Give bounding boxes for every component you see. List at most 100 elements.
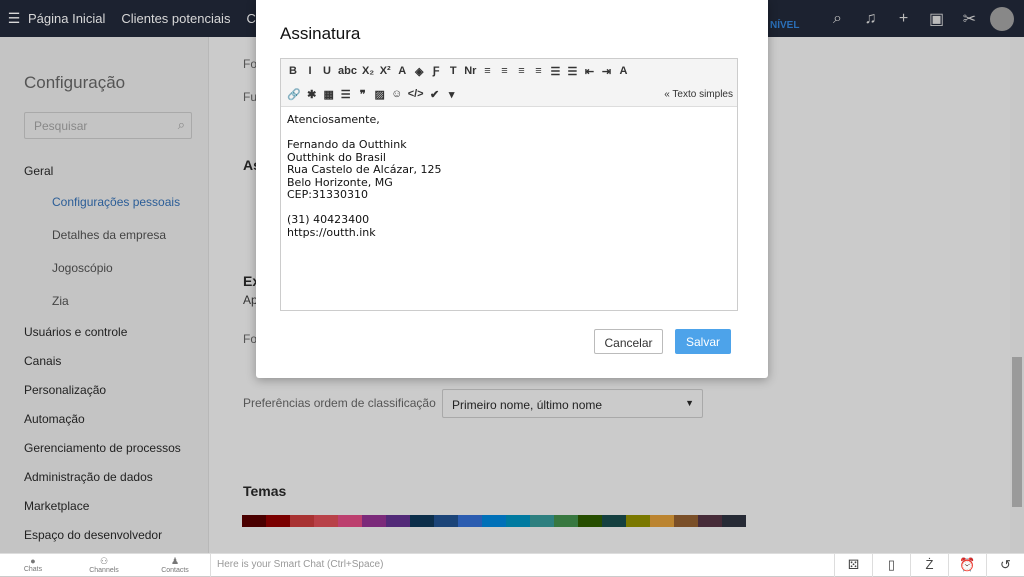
history-icon[interactable]: ↺ xyxy=(986,554,1024,577)
toolbar-button-icon[interactable]: B xyxy=(287,65,299,78)
theme-swatch[interactable] xyxy=(314,515,338,527)
channels-button[interactable]: ⚇ Channels xyxy=(84,556,124,574)
scrollbar[interactable] xyxy=(1010,37,1024,553)
theme-swatch[interactable] xyxy=(722,515,746,527)
theme-swatch[interactable] xyxy=(434,515,458,527)
toolbar-button-icon[interactable]: ▾ xyxy=(446,88,458,101)
sidebar-item-marketplace[interactable]: Marketplace xyxy=(24,499,89,513)
cancel-button[interactable]: Cancelar xyxy=(594,329,663,354)
toolbar-button-icon[interactable]: A xyxy=(396,65,408,78)
sidebar-item-channels[interactable]: Canais xyxy=(24,354,61,368)
search-icon[interactable]: ⌕ xyxy=(821,10,854,28)
theme-swatch[interactable] xyxy=(362,515,386,527)
toolbar-button-icon[interactable]: ✔ xyxy=(429,88,441,101)
sidebar-item-process-management[interactable]: Gerenciamento de processos xyxy=(24,441,181,455)
sidebar-item-gamescope[interactable]: Jogoscópio xyxy=(52,261,113,275)
sidebar-item-automation[interactable]: Automação xyxy=(24,412,85,426)
contact-icon: ♟ xyxy=(170,556,180,566)
theme-swatch[interactable] xyxy=(386,515,410,527)
toolbar-button-icon[interactable]: ☺ xyxy=(391,88,403,101)
theme-swatch[interactable] xyxy=(698,515,722,527)
chats-button[interactable]: ● Chats xyxy=(13,556,53,573)
theme-swatch[interactable] xyxy=(530,515,554,527)
sidebar-item-data-admin[interactable]: Administração de dados xyxy=(24,470,153,484)
theme-swatch[interactable] xyxy=(506,515,530,527)
theme-swatch[interactable] xyxy=(674,515,698,527)
theme-swatch[interactable] xyxy=(482,515,506,527)
save-button[interactable]: Salvar xyxy=(675,329,731,354)
signature-textarea[interactable]: Atenciosamente, Fernando da Outthink Out… xyxy=(281,107,737,246)
search-icon[interactable]: ⌕ xyxy=(178,117,185,133)
contacts-button[interactable]: ♟ Contacts xyxy=(155,556,195,574)
toolbar-button-icon[interactable]: ≡ xyxy=(515,65,527,78)
theme-swatch[interactable] xyxy=(290,515,314,527)
calendar-icon[interactable]: ▣ xyxy=(920,9,953,29)
toolbar-button-icon[interactable]: X² xyxy=(379,65,391,78)
plus-icon[interactable]: + xyxy=(887,10,920,28)
nav-leads[interactable]: Clientes potenciais xyxy=(121,11,230,26)
sort-order-select[interactable]: Primeiro nome, último nome ▼ xyxy=(442,389,703,418)
plain-text-toggle[interactable]: « Texto simples xyxy=(664,89,733,100)
toolbar-button-icon[interactable]: ☰ xyxy=(340,88,352,101)
upgrade-link[interactable]: NÍVEL xyxy=(770,20,799,31)
toolbar-button-icon[interactable]: U xyxy=(321,65,333,78)
translate-icon[interactable]: Ż xyxy=(910,554,948,577)
toolbar-button-icon[interactable]: A xyxy=(617,65,629,78)
toolbar-button-icon[interactable]: ▦ xyxy=(323,88,335,101)
avatar[interactable] xyxy=(990,6,1014,31)
sidebar-title: Configuração xyxy=(24,73,126,92)
theme-swatch[interactable] xyxy=(602,515,626,527)
scrollbar-thumb[interactable] xyxy=(1012,357,1022,507)
toolbar-button-icon[interactable]: </> xyxy=(408,88,424,101)
toolbar-button-icon[interactable]: ⇥ xyxy=(600,65,612,78)
sidebar-item-customization[interactable]: Personalização xyxy=(24,383,106,397)
toolbar-button-icon[interactable]: ✱ xyxy=(306,88,318,101)
signature-editor: B I Uabc X₂ X² A ◈ Ƒ T Nr ≡ ≡ ≡ ≡ ☰ ☰ ⇤ ⇥ A 🔗 ✱ ▦ ☰ ❞ ▨ ☺ </> ✔ ▾ «… xyxy=(280,58,738,311)
field-label: Fo xyxy=(243,332,258,346)
sidebar-item-developer-space[interactable]: Espaço do desenvolvedor xyxy=(24,528,162,542)
theme-swatch[interactable] xyxy=(410,515,434,527)
search-input[interactable]: Pesquisar ⌕ xyxy=(24,112,192,139)
toolbar-button-icon[interactable]: Ƒ xyxy=(430,65,442,78)
notes-icon[interactable]: ▯ xyxy=(872,554,910,577)
theme-swatch[interactable] xyxy=(626,515,650,527)
smart-chat-input[interactable]: Here is your Smart Chat (Ctrl+Space) xyxy=(210,554,835,577)
toolbar-button-icon[interactable]: ◈ xyxy=(413,65,425,78)
theme-swatch[interactable] xyxy=(338,515,362,527)
hamburger-menu-icon[interactable]: ☰ xyxy=(0,10,28,27)
gamepad-icon[interactable]: ⚄ xyxy=(834,554,872,577)
settings-sidebar: Configuração Pesquisar ⌕ Geral Configuraç… xyxy=(0,37,209,553)
theme-swatch[interactable] xyxy=(578,515,602,527)
sidebar-item-zia[interactable]: Zia xyxy=(52,294,69,308)
alarm-icon[interactable]: ⏰ xyxy=(948,554,986,577)
toolbar-button-icon[interactable]: X₂ xyxy=(362,65,374,78)
toolbar-button-icon[interactable]: ⇤ xyxy=(583,65,595,78)
toolbar-button-icon[interactable]: I xyxy=(304,65,316,78)
theme-swatch[interactable] xyxy=(554,515,578,527)
toolbar-button-icon[interactable]: 🔗 xyxy=(287,88,301,101)
toolbar-button-icon[interactable]: T xyxy=(447,65,459,78)
theme-swatch[interactable] xyxy=(242,515,266,527)
bell-icon[interactable]: ♫ xyxy=(854,10,887,28)
signature-dialog: Assinatura B I Uabc X₂ X² A ◈ Ƒ T Nr ≡ ≡ ≡ ≡ ☰ ☰ ⇤ ⇥ A 🔗 ✱ ▦… xyxy=(256,0,768,378)
toolbar-button-icon[interactable]: abc xyxy=(338,65,357,78)
toolbar-button-icon[interactable]: ≡ xyxy=(481,65,493,78)
tools-icon[interactable]: ✂ xyxy=(953,9,986,29)
sidebar-item-personal-settings[interactable]: Configurações pessoais xyxy=(52,195,180,209)
dialog-title: Assinatura xyxy=(280,24,361,43)
toolbar-button-icon[interactable]: ≡ xyxy=(498,65,510,78)
theme-swatch[interactable] xyxy=(458,515,482,527)
theme-swatch[interactable] xyxy=(650,515,674,527)
sidebar-item-users[interactable]: Usuários e controle xyxy=(24,325,127,339)
theme-swatch[interactable] xyxy=(266,515,290,527)
toolbar-button-icon[interactable]: ☰ xyxy=(566,65,578,78)
sidebar-item-company-details[interactable]: Detalhes da empresa xyxy=(52,228,166,242)
sidebar-section-geral[interactable]: Geral xyxy=(24,164,53,178)
nav-home[interactable]: Página Inicial xyxy=(28,11,105,26)
toolbar-button-icon[interactable]: ❞ xyxy=(357,88,369,101)
sort-order-label: Preferências ordem de classificação xyxy=(243,396,436,410)
toolbar-button-icon[interactable]: Nr xyxy=(464,65,476,78)
toolbar-button-icon[interactable]: ▨ xyxy=(374,88,386,101)
toolbar-button-icon[interactable]: ☰ xyxy=(549,65,561,78)
toolbar-button-icon[interactable]: ≡ xyxy=(532,65,544,78)
